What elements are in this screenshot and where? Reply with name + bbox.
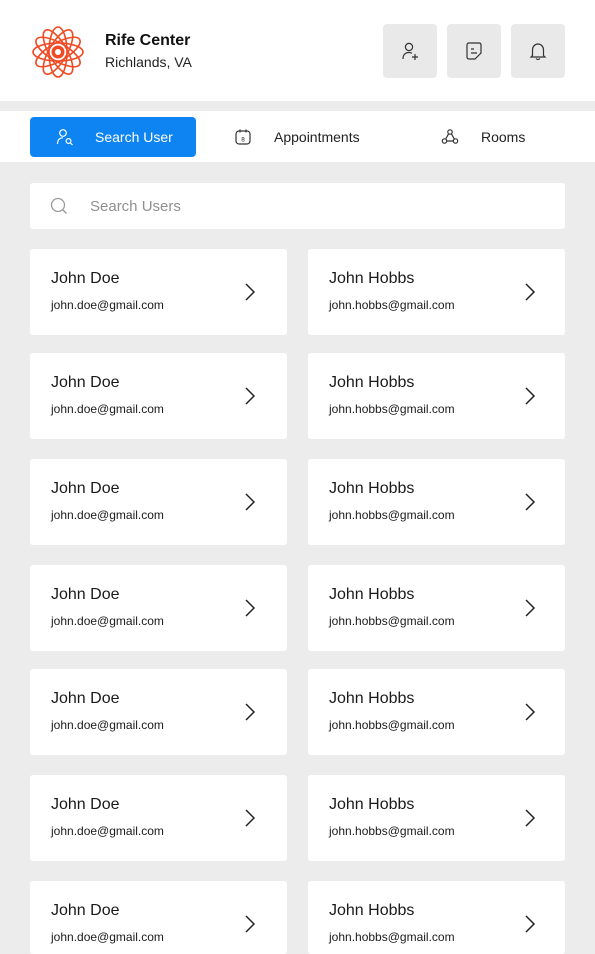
chevron-right-icon [245, 703, 256, 721]
bell-icon [529, 43, 547, 61]
user-email: john.doe@gmail.com [51, 508, 164, 522]
user-name: John Hobbs [329, 480, 415, 497]
organization-location: Richlands, VA [105, 54, 192, 70]
chevron-right-icon [525, 493, 536, 511]
user-email: john.hobbs@gmail.com [329, 614, 455, 628]
flower-logo-icon [32, 26, 84, 78]
user-card[interactable]: John Hobbs john.hobbs@gmail.com [308, 249, 565, 335]
tab-bar: Search User 8 Appointments Rooms [0, 111, 595, 162]
chevron-right-icon [245, 809, 256, 827]
chevron-right-icon [245, 599, 256, 617]
search-input[interactable] [90, 183, 550, 229]
notifications-button[interactable] [511, 24, 565, 78]
user-email: john.hobbs@gmail.com [329, 824, 455, 838]
chevron-right-icon [525, 283, 536, 301]
app-header: Rife Center Richlands, VA [0, 0, 595, 101]
chevron-right-icon [525, 703, 536, 721]
user-email: john.hobbs@gmail.com [329, 508, 455, 522]
user-card[interactable]: John Hobbs john.hobbs@gmail.com [308, 775, 565, 861]
chevron-right-icon [245, 387, 256, 405]
organization-name: Rife Center [105, 32, 191, 49]
note-icon [466, 42, 482, 60]
user-email: john.doe@gmail.com [51, 298, 164, 312]
user-email: john.doe@gmail.com [51, 930, 164, 944]
user-card[interactable]: John Doe john.doe@gmail.com [30, 881, 287, 954]
user-name: John Hobbs [329, 270, 415, 287]
user-name: John Doe [51, 586, 120, 603]
chevron-right-icon [245, 915, 256, 933]
user-email: john.doe@gmail.com [51, 718, 164, 732]
user-name: John Doe [51, 902, 120, 919]
tab-search-user[interactable]: Search User [30, 117, 196, 157]
user-card[interactable]: John Doe john.doe@gmail.com [30, 353, 287, 439]
user-name: John Doe [51, 374, 120, 391]
user-search-icon [56, 129, 73, 146]
user-name: John Doe [51, 270, 120, 287]
user-name: John Hobbs [329, 690, 415, 707]
notes-button[interactable] [447, 24, 501, 78]
rooms-icon [441, 129, 459, 144]
user-card[interactable]: John Hobbs john.hobbs@gmail.com [308, 881, 565, 954]
chevron-right-icon [245, 283, 256, 301]
user-name: John Doe [51, 796, 120, 813]
svg-text:8: 8 [241, 136, 245, 143]
tab-label: Rooms [481, 129, 526, 145]
user-card[interactable]: John Doe john.doe@gmail.com [30, 775, 287, 861]
user-card[interactable]: John Hobbs john.hobbs@gmail.com [308, 565, 565, 651]
chevron-right-icon [525, 599, 536, 617]
user-email: john.hobbs@gmail.com [329, 718, 455, 732]
user-name: John Hobbs [329, 374, 415, 391]
user-email: john.hobbs@gmail.com [329, 298, 455, 312]
user-name: John Hobbs [329, 586, 415, 603]
user-card[interactable]: John Hobbs john.hobbs@gmail.com [308, 669, 565, 755]
user-name: John Doe [51, 690, 120, 707]
user-name: John Hobbs [329, 796, 415, 813]
add-user-button[interactable] [383, 24, 437, 78]
tab-label: Appointments [274, 129, 360, 145]
user-card[interactable]: John Doe john.doe@gmail.com [30, 249, 287, 335]
search-icon [50, 197, 67, 214]
user-card[interactable]: John Doe john.doe@gmail.com [30, 669, 287, 755]
chevron-right-icon [525, 809, 536, 827]
user-card[interactable]: John Hobbs john.hobbs@gmail.com [308, 353, 565, 439]
chevron-right-icon [525, 915, 536, 933]
search-bar [30, 183, 565, 229]
user-name: John Doe [51, 480, 120, 497]
user-email: john.doe@gmail.com [51, 402, 164, 416]
user-email: john.hobbs@gmail.com [329, 402, 455, 416]
user-email: john.doe@gmail.com [51, 614, 164, 628]
user-card[interactable]: John Doe john.doe@gmail.com [30, 565, 287, 651]
tab-appointments[interactable]: 8 Appointments [226, 117, 386, 157]
calendar-icon: 8 [235, 129, 251, 145]
user-card[interactable]: John Doe john.doe@gmail.com [30, 459, 287, 545]
user-name: John Hobbs [329, 902, 415, 919]
user-email: john.doe@gmail.com [51, 824, 164, 838]
tab-label: Search User [95, 129, 173, 145]
user-email: john.hobbs@gmail.com [329, 930, 455, 944]
chevron-right-icon [245, 493, 256, 511]
user-plus-icon [402, 42, 418, 60]
user-card[interactable]: John Hobbs john.hobbs@gmail.com [308, 459, 565, 545]
tab-rooms[interactable]: Rooms [432, 117, 542, 157]
chevron-right-icon [525, 387, 536, 405]
